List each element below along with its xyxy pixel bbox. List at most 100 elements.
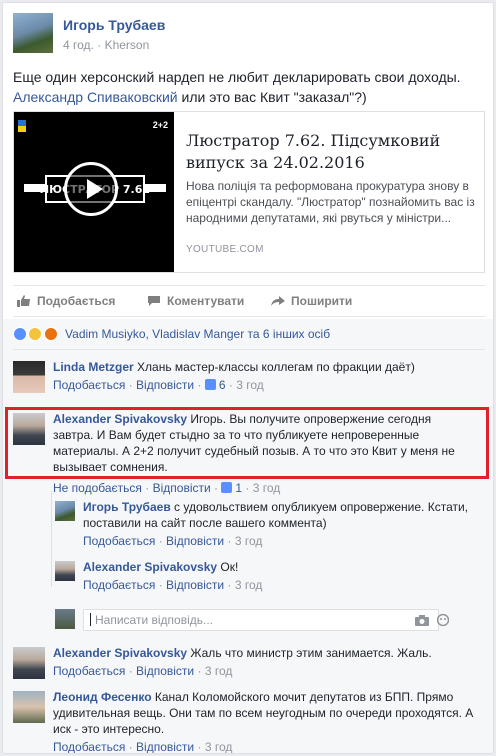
like-count-value: 6	[218, 378, 226, 392]
link-preview[interactable]: 2+2 ЛЮСТРАТОР 7.62 Люстратор 7.62. Підсу…	[13, 111, 485, 273]
dot-separator: ·	[158, 578, 163, 592]
post-text-after: или это вас Квит "заказал"?)	[177, 89, 367, 105]
like-count[interactable]: 6	[204, 378, 226, 392]
comment-unlike-link[interactable]: Не подобається	[53, 481, 142, 495]
comment-time[interactable]: 3 год	[205, 664, 233, 678]
comment-reply-link[interactable]: Відповісти	[136, 740, 194, 753]
like-count[interactable]: 1	[221, 481, 242, 495]
video-thumbnail[interactable]: 2+2 ЛЮСТРАТОР 7.62	[14, 112, 174, 272]
post-time[interactable]: 4 год.	[63, 38, 94, 52]
comment-like-link[interactable]: Подобається	[53, 664, 125, 678]
author-name[interactable]: Игорь Трубаев	[63, 17, 165, 33]
share-label: Поширити	[291, 294, 353, 308]
reply-actions: Подобається · Відповісти · 3 год	[83, 533, 483, 549]
reply-thread-line	[51, 491, 52, 587]
comment-reply-link[interactable]: Відповісти	[136, 378, 194, 392]
comment-body: Леонид Фесенко Канал Коломойского мочит …	[53, 689, 481, 754]
reply-placeholder: Написати відповідь...	[95, 613, 213, 627]
commenter-name[interactable]: Alexander Spivakovsky	[53, 412, 187, 426]
comment-button[interactable]: Коментувати	[147, 294, 244, 308]
avatar[interactable]	[13, 413, 45, 445]
like-button[interactable]: Подобається	[17, 294, 115, 308]
current-user-avatar	[55, 609, 75, 629]
post-location[interactable]: Kherson	[105, 38, 150, 52]
dot-separator: ·	[197, 740, 202, 754]
dot-separator: ·	[197, 378, 202, 392]
like-count-icon	[204, 379, 216, 390]
author-avatar[interactable]	[13, 13, 53, 53]
comments-section: Vadim Musiyko, Vladislav Manger та 6 інш…	[3, 319, 493, 754]
commenter-name[interactable]: Alexander Spivakovsky	[83, 560, 217, 574]
dot-separator: ·	[227, 578, 232, 592]
commenter-name[interactable]: Linda Metzger	[53, 360, 134, 374]
haha-reaction-icon	[28, 327, 43, 341]
comment-actions: Подобається · Відповісти · 3 год	[53, 663, 481, 679]
avatar[interactable]	[13, 691, 45, 723]
avatar[interactable]	[13, 361, 45, 393]
input-icons	[415, 613, 450, 627]
like-reaction-icon	[13, 327, 27, 341]
text-caret	[90, 613, 91, 626]
commenter-name[interactable]: Леонид Фесенко	[53, 690, 152, 704]
divider	[13, 349, 485, 350]
post-card: Игорь Трубаев 4 год. · Kherson Еще один …	[2, 2, 494, 754]
sticker-icon[interactable]	[436, 613, 450, 627]
dot-separator: ·	[128, 378, 133, 392]
comment-text: Жаль что министр этим занимается. Жаль.	[190, 646, 432, 660]
reactions-summary[interactable]: Vadim Musiyko, Vladislav Manger та 6 інш…	[13, 327, 330, 341]
reply-body: Alexander Spivakovsky Ок! Подобається · …	[83, 559, 483, 593]
reply-time[interactable]: 3 год	[235, 534, 263, 548]
commenter-name[interactable]: Alexander Spivakovsky	[53, 646, 187, 660]
camera-icon[interactable]	[415, 614, 429, 626]
comment-body: Linda Metzger Хлань мастер-классы коллег…	[53, 359, 481, 393]
comment-label: Коментувати	[167, 294, 245, 308]
dot-separator: ·	[145, 481, 150, 495]
reply-time[interactable]: 3 год	[235, 578, 263, 592]
avatar[interactable]	[55, 561, 75, 581]
reply-actions: Подобається · Відповісти · 3 год	[83, 577, 483, 593]
comment-time[interactable]: 3 год	[205, 740, 233, 753]
comment-reply-link[interactable]: Відповісти	[136, 664, 194, 678]
preview-title[interactable]: Люстратор 7.62. Підсумковий випуск за 24…	[186, 130, 476, 174]
preview-description: Нова поліція та реформована прокуратура …	[186, 179, 475, 225]
reply-reply-link[interactable]: Відповісти	[166, 578, 224, 592]
comment-like-link[interactable]: Подобається	[53, 740, 125, 753]
dot-separator: ·	[97, 38, 102, 52]
dot-separator: ·	[228, 378, 233, 392]
dot-separator: ·	[227, 534, 232, 548]
like-count-icon	[221, 482, 233, 493]
share-icon	[271, 296, 285, 306]
reply-input[interactable]: Написати відповідь...	[83, 609, 439, 631]
share-button[interactable]: Поширити	[271, 294, 352, 308]
channel-logo: 2+2	[152, 120, 168, 130]
post-text: Еще один херсонский нардеп не любит декл…	[13, 67, 485, 107]
dot-separator: ·	[128, 740, 133, 754]
mention-link[interactable]: Александр Спиваковский	[13, 89, 178, 105]
comment-reply-link[interactable]: Відповісти	[153, 481, 211, 495]
reply-reply-link[interactable]: Відповісти	[166, 534, 224, 548]
post-text-before: Еще один херсонский нардеп не любит декл…	[13, 69, 461, 85]
dot-separator: ·	[197, 664, 202, 678]
comment-actions: Подобається · Відповісти · 3 год	[53, 739, 481, 754]
comment-like-link[interactable]: Подобається	[53, 378, 125, 392]
thumbs-up-icon	[17, 295, 30, 307]
play-icon[interactable]	[64, 162, 118, 216]
comment-actions: Подобається · Відповісти · 6 · 3 год	[53, 377, 481, 393]
comment-time[interactable]: 3 год	[253, 481, 281, 495]
like-count-value: 1	[235, 481, 243, 495]
angry-reaction-icon	[43, 327, 58, 341]
commenter-name[interactable]: Игорь Трубаев	[83, 500, 171, 514]
reply-like-link[interactable]: Подобається	[83, 578, 155, 592]
dot-separator: ·	[214, 481, 219, 495]
comment-icon	[148, 296, 160, 306]
comment-time[interactable]: 3 год	[236, 378, 264, 392]
reply-text: Ок!	[220, 560, 239, 574]
avatar[interactable]	[55, 501, 75, 521]
reply-like-link[interactable]: Подобається	[83, 534, 155, 548]
dot-separator: ·	[158, 534, 163, 548]
reaction-names[interactable]: Vadim Musiyko, Vladislav Manger та 6 інш…	[65, 327, 330, 341]
comment-body: Alexander Spivakovsky Жаль что министр э…	[53, 645, 481, 679]
avatar[interactable]	[13, 647, 45, 679]
dot-separator: ·	[128, 664, 133, 678]
action-bar: Подобається Коментувати Поширити	[13, 285, 485, 317]
